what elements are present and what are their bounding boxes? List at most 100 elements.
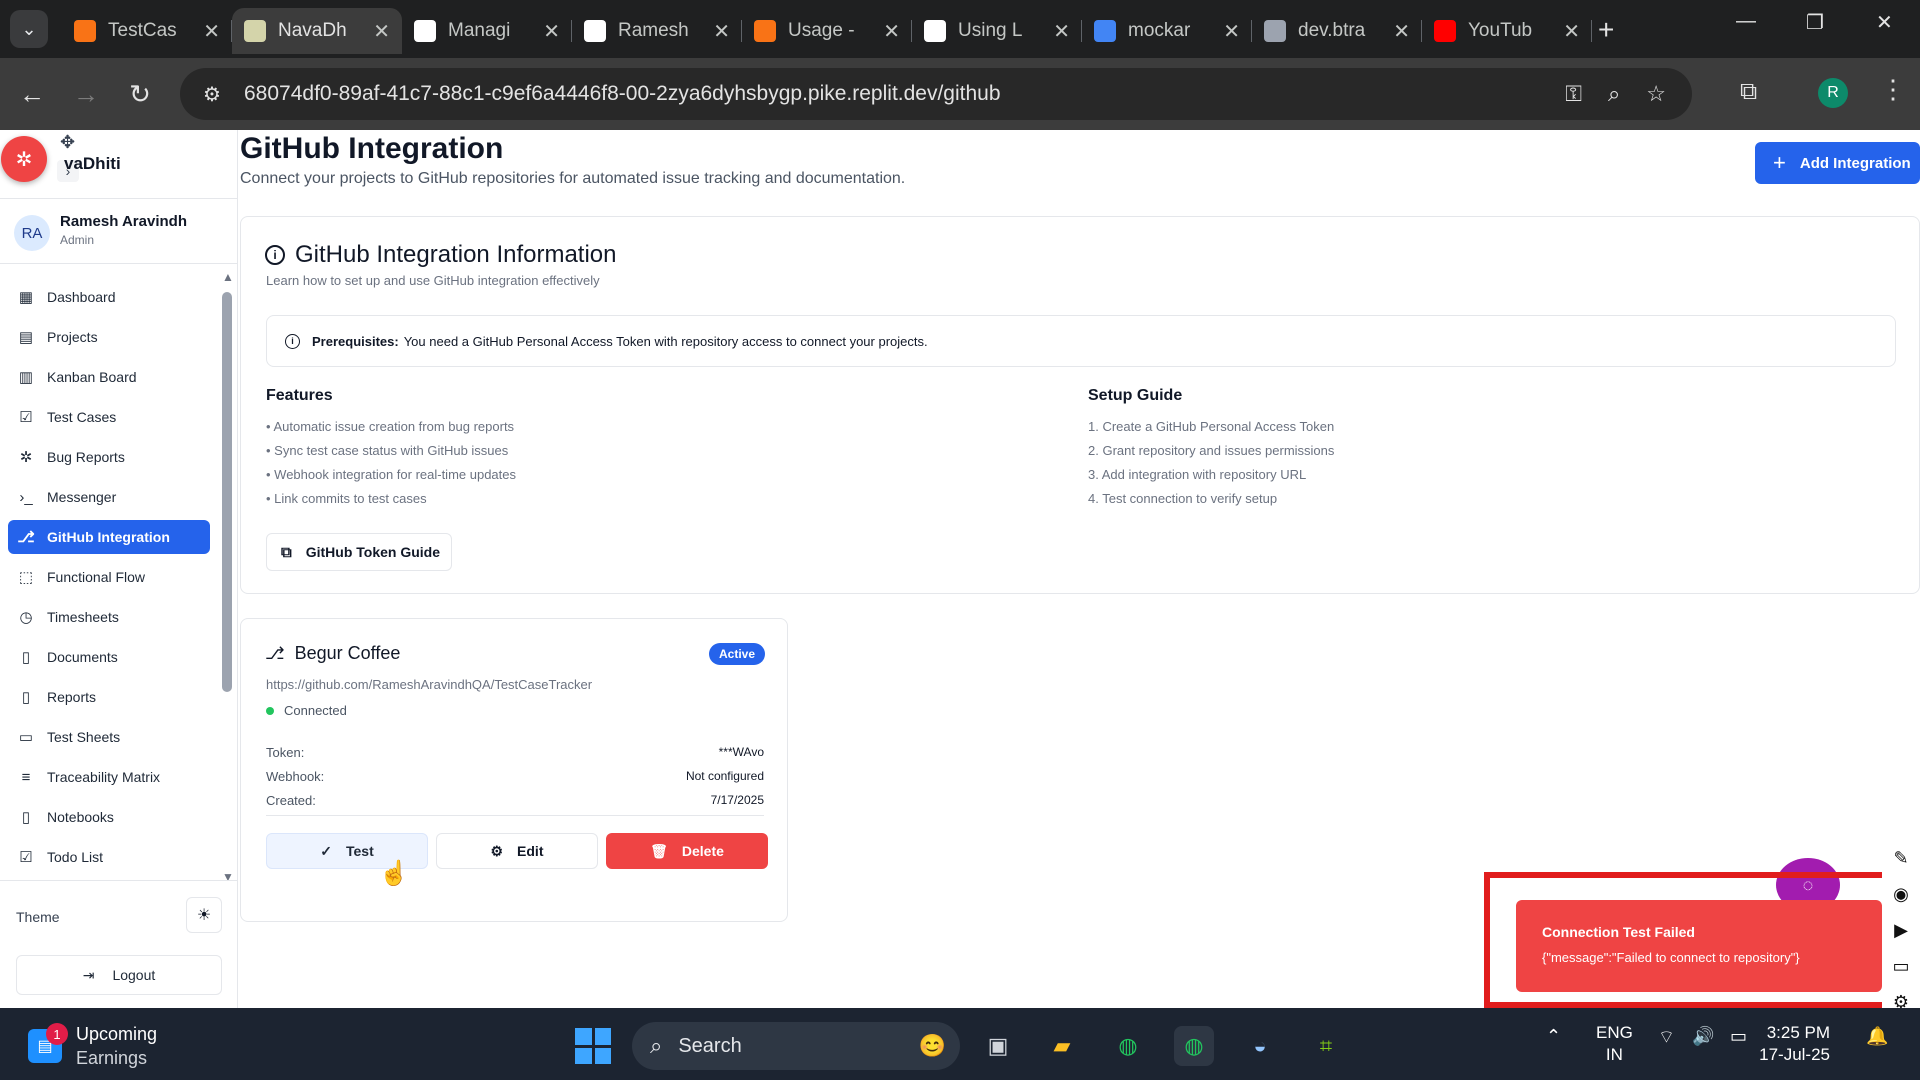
snip-tool-icon[interactable]: ⌗	[1306, 1026, 1346, 1066]
app-window-icon[interactable]: ◒	[1240, 1026, 1280, 1066]
sidebar-item-dashboard[interactable]: ▦ Dashboard	[8, 280, 210, 314]
forward-arrow-icon[interactable]: →	[68, 76, 104, 112]
browser-tab[interactable]: Usage - ✕	[742, 8, 912, 54]
tab-close-icon[interactable]: ✕	[713, 19, 730, 44]
move-handle-icon[interactable]: ✥	[60, 132, 75, 153]
sidebar-item-timesheets[interactable]: ◷ Timesheets	[8, 600, 210, 634]
windows-start-icon[interactable]	[575, 1028, 611, 1064]
todo-icon: ☑	[19, 849, 33, 866]
weather-widget[interactable]: ▤ 1 Upcoming Earnings	[28, 1022, 157, 1070]
new-tab-plus-icon[interactable]: +	[1598, 14, 1614, 46]
browser-tab[interactable]: dev.btra ✕	[1252, 8, 1422, 54]
sidebar-item-kanban-board[interactable]: ▥ Kanban Board	[8, 360, 210, 394]
sidebar-item-functional-flow[interactable]: ⬚ Functional Flow	[8, 560, 210, 594]
language-indicator[interactable]: ENG IN	[1596, 1022, 1633, 1066]
tab-label: YouTub	[1468, 20, 1533, 41]
notification-bell-icon[interactable]: 🔔	[1866, 1026, 1888, 1047]
tab-close-icon[interactable]: ✕	[1393, 19, 1410, 44]
logout-label: Logout	[112, 967, 156, 983]
site-settings-icon[interactable]: ⚙	[192, 82, 232, 107]
browser-tab[interactable]: mockar ✕	[1082, 8, 1252, 54]
bookmark-star-icon[interactable]: ☆	[1646, 81, 1666, 107]
browser-tab[interactable]: YouTub ✕	[1422, 8, 1592, 54]
error-toast[interactable]: Connection Test Failed {"message":"Faile…	[1516, 900, 1882, 992]
minimize-icon[interactable]: —	[1736, 10, 1756, 33]
tab-close-icon[interactable]: ✕	[373, 19, 390, 44]
sidebar-item-label: Traceability Matrix	[47, 769, 161, 785]
tab-search-chevron-icon[interactable]: ⌄	[10, 10, 48, 48]
tab-close-icon[interactable]: ✕	[1053, 19, 1070, 44]
task-view-icon[interactable]: ▣	[978, 1026, 1018, 1066]
reload-icon[interactable]: ↻	[122, 76, 158, 112]
github-icon: ⎇	[265, 643, 285, 663]
sidebar-item-documents[interactable]: ▯ Documents	[8, 640, 210, 674]
sidebar-item-label: Documents	[47, 649, 118, 665]
window-icon[interactable]: ▭	[1882, 948, 1920, 984]
browser-tab[interactable]: Managi ✕	[402, 8, 572, 54]
tray-overflow-chevron-icon[interactable]: ⌃	[1546, 1026, 1561, 1047]
tab-label: TestCas	[108, 20, 177, 41]
sidebar-item-todo-list[interactable]: ☑ Todo List	[8, 840, 210, 874]
sidebar-item-notebooks[interactable]: ▯ Notebooks	[8, 800, 210, 834]
sidebar-scrollbar[interactable]: ▲ ▼	[220, 270, 234, 890]
add-integration-button[interactable]: + Add Integration	[1755, 142, 1920, 184]
back-arrow-icon[interactable]: ←	[14, 76, 50, 112]
address-bar[interactable]: ⚙ 68074df0-89af-41c7-88c1-c9ef6a4446f8-0…	[180, 68, 1692, 120]
tab-list: TestCas ✕ NavaDh ✕ Managi ✕ Ramesh ✕ Usage - ✕ Usi…	[62, 8, 1592, 54]
tab-close-icon[interactable]: ✕	[543, 19, 560, 44]
wifi-icon[interactable]: ⌔	[1658, 1026, 1675, 1049]
list-item: • Sync test case status with GitHub issu…	[266, 443, 509, 458]
sidebar-item-github-integration[interactable]: ⎇ GitHub Integration	[8, 520, 210, 554]
scroll-up-arrow-icon[interactable]: ▲	[222, 270, 234, 284]
bug-report-fab-icon[interactable]: ✲	[1, 136, 47, 182]
tab-close-icon[interactable]: ✕	[1563, 19, 1580, 44]
chrome-profile-icon[interactable]: ◍	[1108, 1026, 1148, 1066]
tab-label: NavaDh	[278, 20, 347, 41]
edit-label: Edit	[517, 843, 544, 859]
sidebar-item-bug-reports[interactable]: ✲ Bug Reports	[8, 440, 210, 474]
browser-tab[interactable]: NavaDh ✕	[232, 8, 402, 54]
sidebar-item-messenger[interactable]: ›_ Messenger	[8, 480, 210, 514]
tab-close-icon[interactable]: ✕	[883, 19, 900, 44]
file-explorer-icon[interactable]: ▰	[1042, 1026, 1082, 1066]
browser-tab[interactable]: TestCas ✕	[62, 8, 232, 54]
profile-avatar[interactable]: R	[1818, 78, 1848, 108]
scroll-thumb[interactable]	[222, 292, 232, 692]
tab-favicon-icon	[924, 20, 946, 42]
capture-toolbar: ✎ ◉ ▶ ▭ ⚙	[1882, 840, 1920, 1020]
browser-tab[interactable]: Ramesh ✕	[572, 8, 742, 54]
github-token-guide-button[interactable]: ⧉ GitHub Token Guide	[266, 533, 452, 571]
close-window-icon[interactable]: ✕	[1876, 10, 1893, 35]
extensions-puzzle-icon[interactable]: ⧉	[1740, 78, 1757, 106]
pin-icon[interactable]: ✎	[1882, 840, 1920, 876]
taskbar-search[interactable]: ⌕ Search 😊	[632, 1022, 960, 1070]
edit-button[interactable]: ⚙ Edit	[436, 833, 598, 869]
browser-menu-icon[interactable]: ⋮	[1880, 74, 1906, 105]
zoom-icon[interactable]: ⌕	[1608, 81, 1620, 107]
browser-tab[interactable]: Using L ✕	[912, 8, 1082, 54]
video-icon[interactable]: ▶	[1882, 912, 1920, 948]
camera-icon[interactable]: ◉	[1882, 876, 1920, 912]
tab-close-icon[interactable]: ✕	[203, 19, 220, 44]
tab-favicon-icon	[584, 20, 606, 42]
sidebar-item-reports[interactable]: ▯ Reports	[8, 680, 210, 714]
tab-label: Usage -	[788, 20, 855, 41]
url-text[interactable]: 68074df0-89af-41c7-88c1-c9ef6a4446f8-00-…	[244, 82, 1565, 106]
user-profile: RA Ramesh Aravindh Admin	[0, 198, 238, 264]
chrome-active-icon[interactable]: ◍	[1174, 1026, 1214, 1066]
volume-icon[interactable]: 🔊	[1692, 1026, 1714, 1047]
logout-button[interactable]: ⇥ Logout	[16, 955, 222, 995]
sidebar-item-traceability-matrix[interactable]: ≡ Traceability Matrix	[8, 760, 210, 794]
sun-icon[interactable]: ☀	[186, 897, 222, 933]
add-integration-label: Add Integration	[1799, 154, 1911, 172]
tab-close-icon[interactable]: ✕	[1223, 19, 1240, 44]
restore-icon[interactable]: ❐	[1806, 10, 1824, 35]
sidebar-item-test-sheets[interactable]: ▭ Test Sheets	[8, 720, 210, 754]
sidebar-item-projects[interactable]: ▤ Projects	[8, 320, 210, 354]
clock[interactable]: 3:25 PM 17-Jul-25	[1742, 1022, 1830, 1066]
tab-favicon-icon	[1434, 20, 1456, 42]
sidebar-item-test-cases[interactable]: ☑ Test Cases	[8, 400, 210, 434]
delete-button[interactable]: 🗑 Delete	[606, 833, 768, 869]
sidebar-item-label: Messenger	[47, 489, 117, 505]
password-key-icon[interactable]: ⚿	[1565, 81, 1582, 107]
